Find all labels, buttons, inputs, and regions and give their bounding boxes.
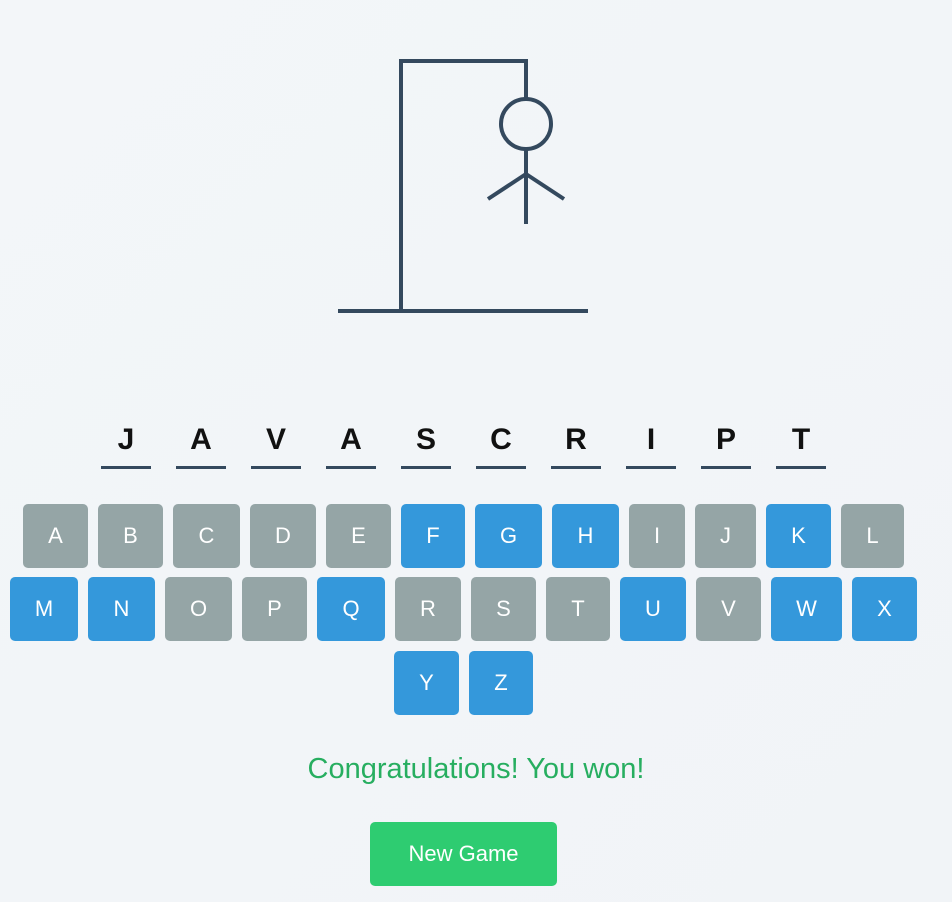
word-letter: T [776,418,826,469]
letter-key-i[interactable]: I [629,504,685,568]
letter-key-v[interactable]: V [696,577,761,641]
word-letter: I [626,418,676,469]
letter-key-t[interactable]: T [546,577,610,641]
letter-key-y[interactable]: Y [394,651,459,715]
letter-key-w[interactable]: W [771,577,842,641]
word-letter: S [401,418,451,469]
letter-key-b[interactable]: B [98,504,163,568]
letter-key-f[interactable]: F [401,504,465,568]
letter-key-q[interactable]: Q [317,577,385,641]
letter-key-m[interactable]: M [10,577,78,641]
new-game-button[interactable]: New Game [370,822,557,886]
word-letter: P [701,418,751,469]
letter-key-d[interactable]: D [250,504,316,568]
word-letter: V [251,418,301,469]
word-letter: A [326,418,376,469]
letter-key-r[interactable]: R [395,577,461,641]
letter-key-o[interactable]: O [165,577,232,641]
letter-key-j[interactable]: J [695,504,756,568]
word-letter: C [476,418,526,469]
hangman-right-arm [524,172,566,201]
letter-key-a[interactable]: A [23,504,88,568]
word-letter: A [176,418,226,469]
word-display: J A V A S C R I P T [0,418,952,470]
win-message: Congratulations! You won! [307,753,645,785]
word-letter: R [551,418,601,469]
letter-key-l[interactable]: L [841,504,904,568]
letter-key-n[interactable]: N [88,577,155,641]
letter-key-k[interactable]: K [766,504,831,568]
letter-key-u[interactable]: U [620,577,686,641]
letter-key-s[interactable]: S [471,577,536,641]
hangman-drawing [338,59,588,313]
letter-key-e[interactable]: E [326,504,391,568]
hangman-left-arm [486,172,528,201]
letter-key-h[interactable]: H [552,504,619,568]
letter-key-g[interactable]: G [475,504,542,568]
letter-key-x[interactable]: X [852,577,917,641]
letter-key-c[interactable]: C [173,504,240,568]
hangman-head [499,97,553,151]
letter-key-z[interactable]: Z [469,651,533,715]
letter-key-p[interactable]: P [242,577,307,641]
word-letter: J [101,418,151,469]
